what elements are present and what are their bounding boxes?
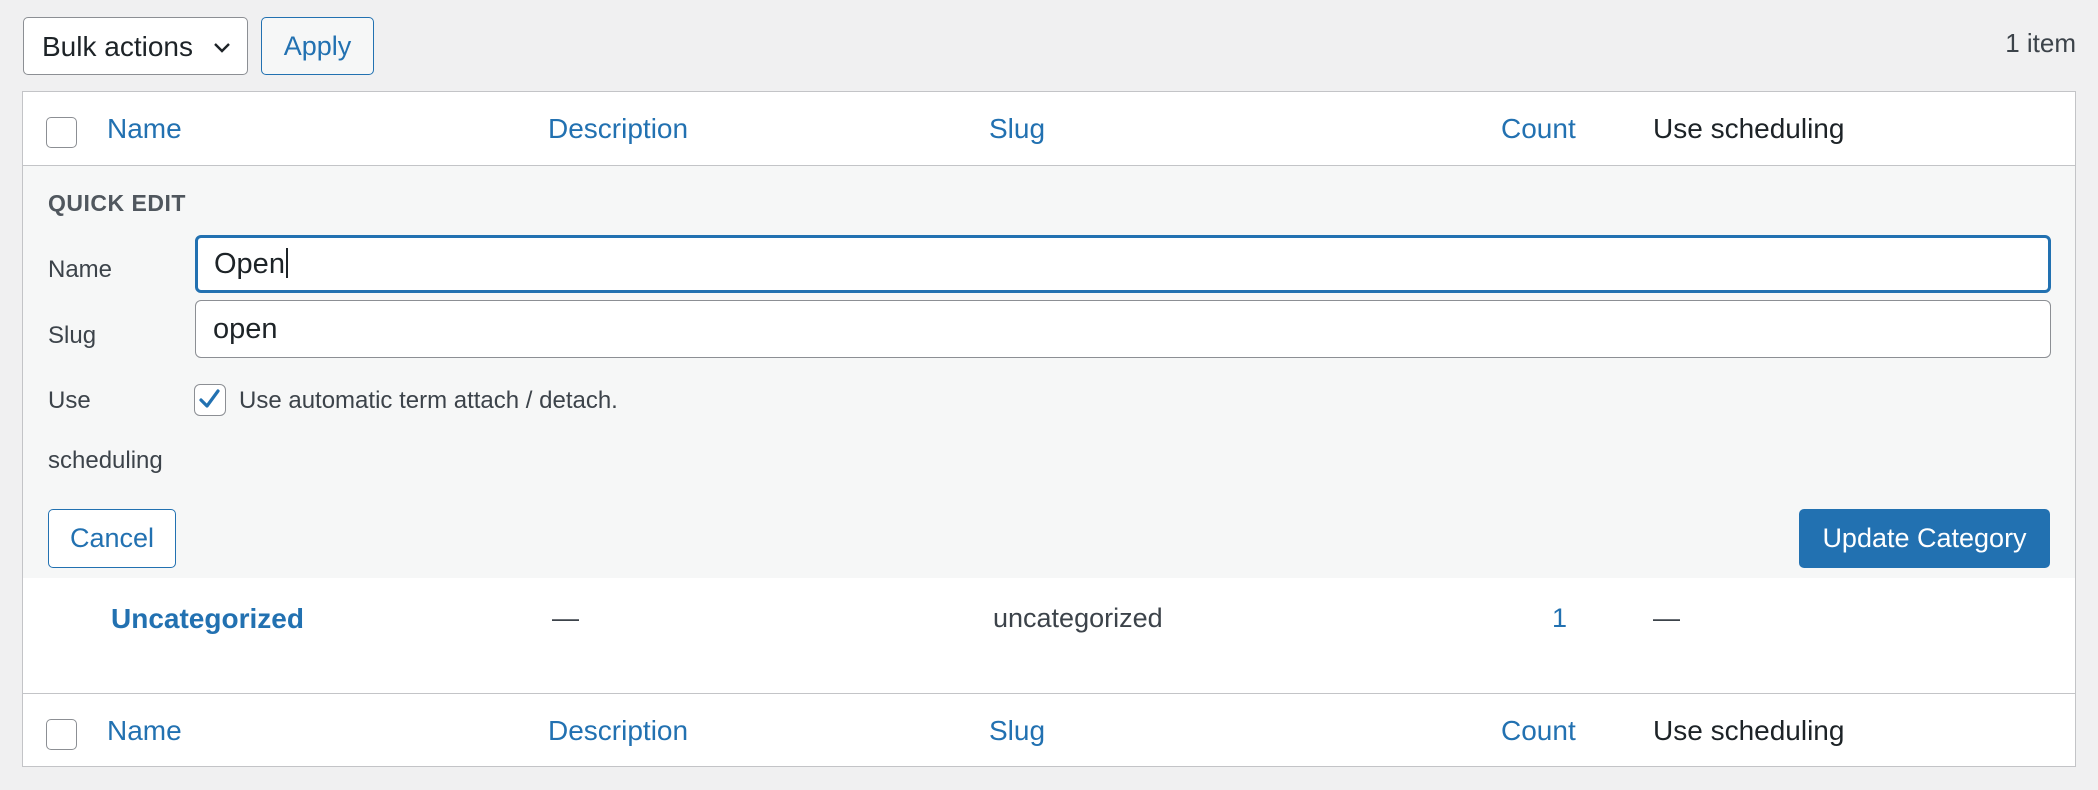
use-scheduling-label-line2: scheduling: [48, 447, 163, 474]
footer-column-count-sort[interactable]: Count: [1501, 715, 1576, 747]
update-category-button[interactable]: Update Category: [1799, 509, 2050, 568]
cancel-button[interactable]: Cancel: [48, 509, 176, 568]
automatic-term-checkbox[interactable]: [194, 384, 226, 416]
bulk-actions-label: Bulk actions: [42, 31, 193, 62]
name-input[interactable]: Open: [195, 235, 2051, 293]
footer-column-use-scheduling: Use scheduling: [1653, 715, 1845, 746]
row-slug: uncategorized: [993, 603, 1163, 633]
table-nav-top: Bulk actions Apply 1 item: [0, 0, 2098, 90]
automatic-term-label: Use automatic term attach / detach.: [239, 387, 618, 414]
footer-column-description-sort[interactable]: Description: [548, 715, 688, 747]
table-header: Name Description Slug Count Use scheduli…: [23, 92, 2075, 166]
name-input-value: Open: [214, 248, 285, 280]
checkmark-icon: [199, 389, 220, 408]
slug-input[interactable]: open: [195, 300, 2051, 358]
footer-column-name-sort[interactable]: Name: [107, 715, 182, 747]
table-footer: Name Description Slug Count Use scheduli…: [23, 693, 2075, 766]
bulk-actions-select[interactable]: Bulk actions: [23, 17, 248, 75]
column-use-scheduling: Use scheduling: [1653, 113, 1845, 144]
row-count-link[interactable]: 1: [1552, 603, 1567, 634]
column-slug-sort[interactable]: Slug: [989, 113, 1045, 145]
item-count: 1 item: [2005, 28, 2076, 58]
chevron-down-icon: [214, 43, 230, 53]
text-caret: [285, 248, 288, 278]
categories-table: Name Description Slug Count Use scheduli…: [22, 91, 2076, 767]
select-all-checkbox[interactable]: [46, 117, 77, 148]
column-description-sort[interactable]: Description: [548, 113, 688, 145]
quick-edit-panel: QUICK EDIT Name Open Slug open Use sched…: [23, 166, 2075, 578]
column-name-sort[interactable]: Name: [107, 113, 182, 145]
quick-edit-title: QUICK EDIT: [48, 190, 186, 216]
column-count-sort[interactable]: Count: [1501, 113, 1576, 145]
name-field-label: Name: [48, 256, 113, 283]
row-description: —: [552, 603, 579, 633]
slug-field-label: Slug: [48, 322, 97, 349]
apply-button[interactable]: Apply: [261, 17, 374, 75]
select-all-checkbox-footer[interactable]: [46, 719, 77, 750]
row-name-link[interactable]: Uncategorized: [111, 603, 304, 635]
footer-column-slug-sort[interactable]: Slug: [989, 715, 1045, 747]
use-scheduling-label-line1: Use: [48, 387, 91, 414]
row-use-scheduling: —: [1653, 603, 1680, 633]
table-row: Uncategorized — uncategorized 1 —: [23, 578, 2075, 693]
